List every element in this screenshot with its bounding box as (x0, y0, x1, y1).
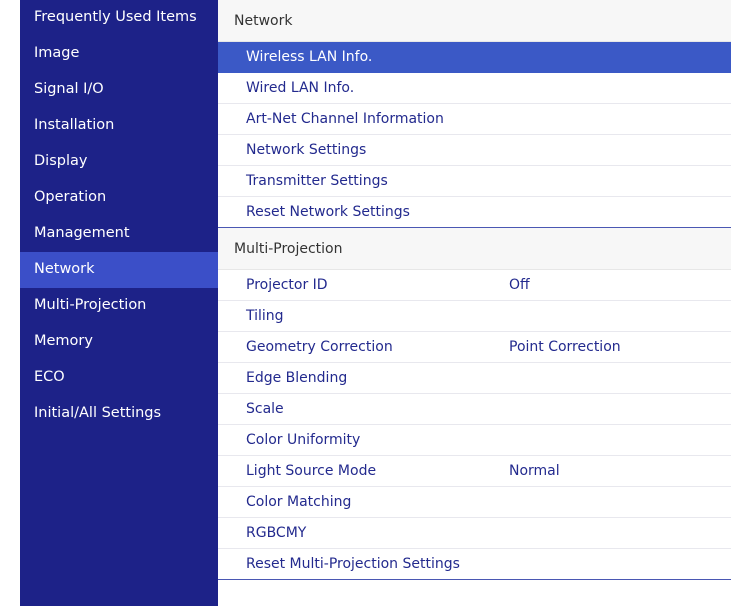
menu-item-light-source-mode[interactable]: Light Source Mode Normal (218, 456, 731, 487)
section-heading-network: Network (218, 0, 731, 42)
menu-item-label: Art-Net Channel Information (246, 111, 444, 127)
menu-item-color-matching[interactable]: Color Matching (218, 487, 731, 518)
menu-item-projector-id[interactable]: Projector ID Off (218, 270, 731, 301)
menu-item-label: Color Uniformity (246, 432, 361, 448)
menu-item-label: Color Matching (246, 494, 352, 510)
menu-item-label: Geometry Correction (246, 339, 393, 355)
projector-id-value: Off (509, 277, 530, 293)
sidebar-item-multi-projection[interactable]: Multi-Projection (20, 288, 218, 324)
geometry-correction-value: Point Correction (509, 339, 621, 355)
sidebar-item-memory[interactable]: Memory (20, 324, 218, 360)
sidebar-item-signal-io[interactable]: Signal I/O (20, 72, 218, 108)
menu-item-label: RGBCMY (246, 525, 307, 541)
menu-item-label: Scale (246, 401, 284, 417)
sidebar-item-frequently-used-items[interactable]: Frequently Used Items (20, 0, 218, 36)
sidebar-item-network[interactable]: Network (20, 252, 218, 288)
menu-item-color-uniformity[interactable]: Color Uniformity (218, 425, 731, 456)
menu-item-label: Tiling (246, 308, 284, 324)
menu-item-edge-blending[interactable]: Edge Blending (218, 363, 731, 394)
menu-item-label: Edge Blending (246, 370, 348, 386)
sidebar-item-eco[interactable]: ECO (20, 360, 218, 396)
menu-item-reset-multi-projection-settings[interactable]: Reset Multi-Projection Settings (218, 549, 731, 580)
sidebar-item-management[interactable]: Management (20, 216, 218, 252)
menu-item-label: Reset Multi-Projection Settings (246, 556, 460, 572)
menu-item-rgbcmy[interactable]: RGBCMY (218, 518, 731, 549)
menu-item-label: Transmitter Settings (246, 173, 388, 189)
menu-item-label: Reset Network Settings (246, 204, 410, 220)
menu-item-art-net-channel-information[interactable]: Art-Net Channel Information (218, 104, 731, 135)
projector-menu-screen: Frequently Used Items Image Signal I/O I… (20, 0, 731, 606)
sidebar-item-operation[interactable]: Operation (20, 180, 218, 216)
sidebar-item-installation[interactable]: Installation (20, 108, 218, 144)
main-menu-sidebar: Frequently Used Items Image Signal I/O I… (20, 0, 218, 606)
menu-item-tiling[interactable]: Tiling (218, 301, 731, 332)
menu-item-geometry-correction[interactable]: Geometry Correction Point Correction (218, 332, 731, 363)
menu-item-label: Wired LAN Info. (246, 80, 355, 96)
menu-item-label: Network Settings (246, 142, 367, 158)
menu-item-label: Wireless LAN Info. (246, 49, 373, 65)
menu-item-transmitter-settings[interactable]: Transmitter Settings (218, 166, 731, 197)
menu-item-scale[interactable]: Scale (218, 394, 731, 425)
menu-item-network-settings[interactable]: Network Settings (218, 135, 731, 166)
submenu-panel: Network Wireless LAN Info. Wired LAN Inf… (218, 0, 731, 606)
sidebar-item-initial-all-settings[interactable]: Initial/All Settings (20, 396, 218, 432)
light-source-mode-value: Normal (509, 463, 560, 479)
menu-item-reset-network-settings[interactable]: Reset Network Settings (218, 197, 731, 228)
menu-item-wireless-lan-info[interactable]: Wireless LAN Info. (218, 42, 731, 73)
menu-item-label: Light Source Mode (246, 463, 377, 479)
section-heading-multi-projection: Multi-Projection (218, 228, 731, 270)
sidebar-item-image[interactable]: Image (20, 36, 218, 72)
menu-item-wired-lan-info[interactable]: Wired LAN Info. (218, 73, 731, 104)
menu-item-label: Projector ID (246, 277, 328, 293)
sidebar-item-display[interactable]: Display (20, 144, 218, 180)
